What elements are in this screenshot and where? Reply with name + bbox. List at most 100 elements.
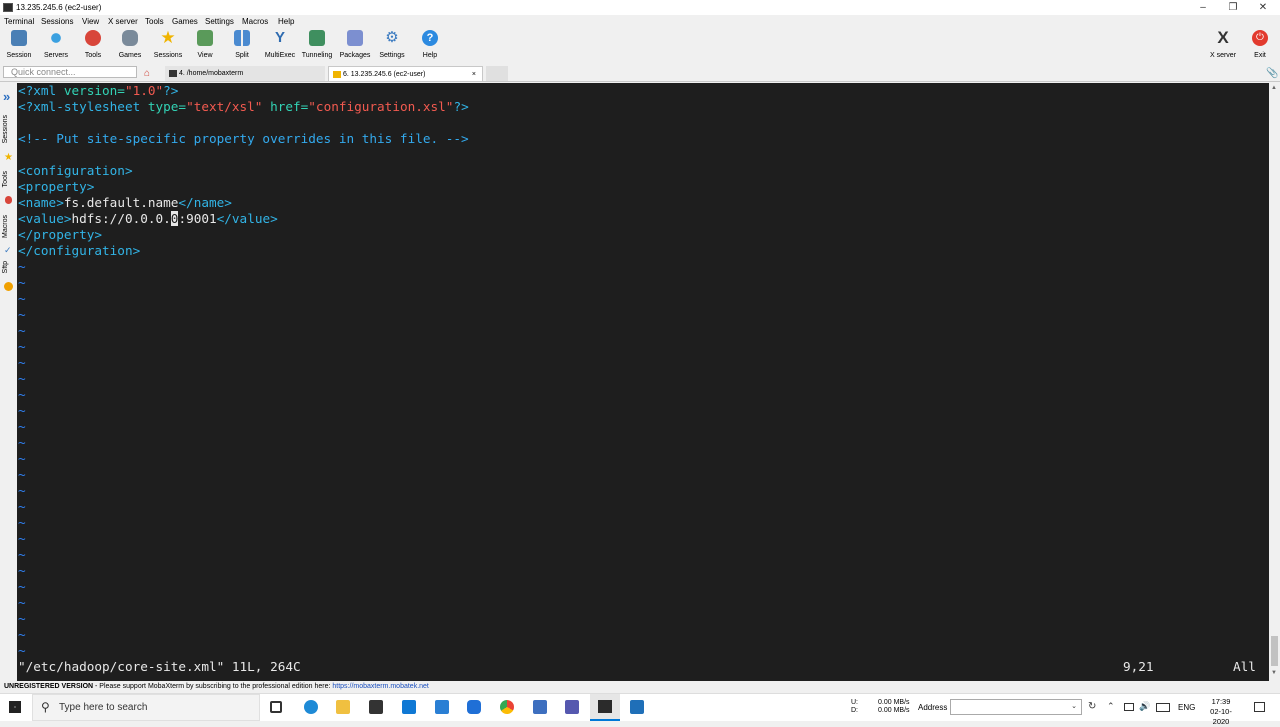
mail-icon[interactable] — [402, 700, 416, 714]
name-text: fs.default.name — [63, 195, 179, 210]
view-button[interactable]: View — [186, 30, 224, 59]
attach-icon[interactable]: 📎 — [1262, 66, 1278, 81]
expand-panel-icon[interactable]: » — [3, 89, 10, 104]
chevron-up-icon[interactable]: ⌃ — [1107, 701, 1115, 712]
chrome-icon[interactable] — [500, 700, 514, 714]
ssh-icon — [333, 70, 341, 78]
tools-button[interactable]: Tools — [74, 30, 112, 59]
menu-tools[interactable]: Tools — [145, 17, 164, 26]
mobaxterm-statusbar: UNREGISTERED VERSION - Please support Mo… — [0, 681, 1280, 693]
session-button-label: Session — [6, 52, 32, 59]
multiexec-button-label: MultiExec — [264, 52, 296, 59]
close-window-icon[interactable]: ✕ — [1248, 0, 1278, 15]
net-upload-value: 0.00 MB/s — [878, 699, 910, 706]
split-button[interactable]: Split — [223, 30, 261, 59]
settings-button[interactable]: ⚙ Settings — [373, 30, 411, 60]
terminal-scrollbar[interactable]: ▲ ▼ — [1269, 83, 1280, 681]
store-icon[interactable] — [369, 700, 383, 714]
empty-line-tilde: ~ — [18, 403, 26, 418]
tunneling-icon — [309, 30, 325, 46]
quick-connect-input[interactable]: Quick connect... — [3, 66, 137, 78]
edge-icon[interactable] — [304, 700, 318, 714]
stylesheet-close: ?> — [453, 99, 469, 114]
empty-line-tilde: ~ — [18, 467, 26, 482]
stylesheet-open: <?xml-stylesheet — [18, 99, 141, 114]
terminal-area[interactable]: <?xml version="1.0"?> <?xml-stylesheet t… — [17, 83, 1269, 681]
empty-line-tilde: ~ — [18, 451, 26, 466]
network-icon[interactable] — [1124, 703, 1134, 711]
settings-button-label: Settings — [379, 52, 405, 59]
windows-taskbar: ⚲ Type here to search U: D: 0.00 MB/s 0.… — [0, 693, 1280, 726]
session-button[interactable]: Session — [0, 30, 38, 59]
packages-button[interactable]: Packages — [336, 30, 374, 59]
windows-start-icon[interactable] — [9, 701, 21, 713]
star-icon: ★ — [160, 28, 176, 47]
empty-line-tilde: ~ — [18, 355, 26, 370]
split-button-label: Split — [235, 52, 249, 59]
view-icon — [197, 30, 213, 46]
servers-button[interactable]: Servers — [37, 30, 75, 59]
sessions-button[interactable]: ★ Sessions — [149, 28, 187, 59]
side-tab-tools[interactable]: Tools — [2, 171, 9, 187]
app-icon-3[interactable] — [533, 700, 547, 714]
tab-bar: Quick connect... ⌂ 4. /home/mobaxterm 6.… — [0, 64, 1280, 82]
tab-ssh-session[interactable]: 6. 13.235.245.6 (ec2-user) × — [328, 66, 483, 81]
empty-line-tilde: ~ — [18, 515, 26, 530]
packages-button-label: Packages — [339, 52, 371, 59]
mobatek-link[interactable]: https://mobaxterm.mobatek.net — [332, 683, 429, 690]
task-view-icon[interactable] — [270, 701, 282, 713]
tunneling-button-label: Tunneling — [301, 52, 333, 59]
scrollbar-thumb[interactable] — [1271, 636, 1278, 666]
side-tab-sessions[interactable]: Sessions — [2, 115, 9, 143]
menu-view[interactable]: View — [82, 17, 99, 26]
help-button[interactable]: ? Help — [411, 30, 449, 59]
menu-settings[interactable]: Settings — [205, 17, 234, 26]
empty-line-tilde: ~ — [18, 323, 26, 338]
maximize-icon[interactable]: ❐ — [1218, 0, 1248, 15]
mobaxterm-taskbar-button[interactable] — [590, 694, 620, 721]
close-tab-icon[interactable]: × — [472, 67, 476, 82]
menu-sessions[interactable]: Sessions — [41, 17, 73, 26]
address-input[interactable]: ⌄ — [950, 699, 1082, 715]
scroll-down-icon[interactable]: ▼ — [1271, 670, 1277, 676]
menu-games[interactable]: Games — [172, 17, 198, 26]
side-tab-sftp[interactable]: Sftp — [2, 261, 9, 273]
taskbar-search-box[interactable]: ⚲ Type here to search — [32, 694, 260, 721]
menu-xserver[interactable]: X server — [108, 17, 138, 26]
notification-icon[interactable] — [1254, 702, 1265, 712]
vim-cursor-position: 9,21 — [1123, 659, 1154, 674]
value-line: <value>hdfs://0.0.0.0:9001</value> — [18, 211, 278, 227]
stylesheet-href-val: "configuration.xsl" — [308, 99, 454, 114]
scroll-up-icon[interactable]: ▲ — [1271, 85, 1277, 91]
volume-icon[interactable]: 🔊 — [1139, 701, 1150, 712]
mobaxterm-app-icon — [3, 3, 13, 12]
file-explorer-icon[interactable] — [336, 700, 350, 714]
chevron-down-icon[interactable]: ⌄ — [1071, 702, 1077, 710]
tunneling-button[interactable]: Tunneling — [298, 30, 336, 59]
app-icon-1[interactable] — [435, 700, 449, 714]
teams-icon[interactable] — [565, 700, 579, 714]
side-tab-macros[interactable]: Macros — [2, 215, 9, 238]
menu-macros[interactable]: Macros — [242, 17, 268, 26]
xml-decl-attr: version= — [56, 83, 125, 98]
net-speed-values: 0.00 MB/s 0.00 MB/s — [878, 699, 910, 715]
clock[interactable]: 17:39 02-10-2020 — [1203, 697, 1239, 727]
games-button[interactable]: Games — [111, 30, 149, 59]
new-tab-button[interactable] — [486, 66, 508, 81]
language-indicator[interactable]: ENG — [1178, 703, 1195, 712]
virtualbox-icon[interactable] — [630, 700, 644, 714]
stylesheet-type-val: "text/xsl" — [186, 99, 263, 114]
keyboard-icon[interactable] — [1156, 703, 1170, 712]
sftp-icon-side — [4, 282, 13, 291]
window-title: 13.235.245.6 (ec2-user) — [16, 3, 102, 12]
multiexec-button[interactable]: Y MultiExec — [261, 30, 299, 60]
minimize-icon[interactable]: – — [1188, 0, 1218, 15]
xserver-button[interactable]: X X server — [1204, 29, 1242, 59]
tab-mobaxterm[interactable]: 4. /home/mobaxterm — [165, 66, 325, 81]
menu-terminal[interactable]: Terminal — [4, 17, 34, 26]
refresh-icon[interactable]: ↻ — [1088, 701, 1096, 712]
app-icon-2[interactable] — [467, 700, 481, 714]
exit-button[interactable]: ⏻ Exit — [1241, 30, 1279, 59]
home-tab-icon[interactable]: ⌂ — [140, 66, 162, 81]
menu-help[interactable]: Help — [278, 17, 294, 26]
